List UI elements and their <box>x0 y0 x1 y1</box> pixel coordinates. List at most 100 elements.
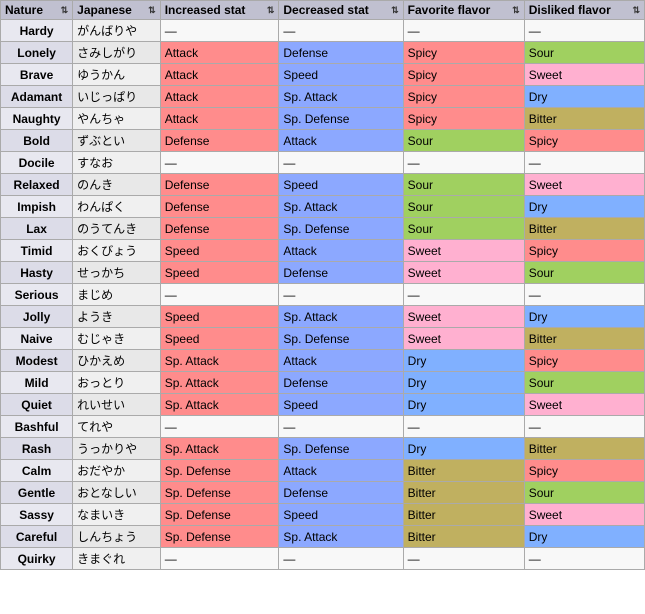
table-row: RelaxedのんきDefenseSpeedSourSweet <box>1 174 645 196</box>
table-row: BoldずぶといDefenseAttackSourSpicy <box>1 130 645 152</box>
favorite-cell: Bitter <box>403 526 524 548</box>
table-row: SassyなまいきSp. DefenseSpeedBitterSweet <box>1 504 645 526</box>
nature-cell: Docile <box>1 152 73 174</box>
nature-cell: Bold <box>1 130 73 152</box>
disliked-cell: Sour <box>524 372 644 394</box>
decreased-cell: Attack <box>279 130 403 152</box>
nature-cell: Careful <box>1 526 73 548</box>
header-japanese[interactable]: Japanese⇅ <box>73 1 161 20</box>
disliked-cell: — <box>524 548 644 570</box>
japanese-cell: おとなしい <box>73 482 161 504</box>
decreased-cell: — <box>279 152 403 174</box>
nature-cell: Mild <box>1 372 73 394</box>
decreased-cell: Speed <box>279 174 403 196</box>
disliked-cell: — <box>524 152 644 174</box>
header-label-increased: Increased stat <box>165 3 246 17</box>
nature-cell: Hardy <box>1 20 73 42</box>
disliked-cell: — <box>524 20 644 42</box>
header-increased[interactable]: Increased stat⇅ <box>160 1 279 20</box>
decreased-cell: Sp. Defense <box>279 328 403 350</box>
japanese-cell: きまぐれ <box>73 548 161 570</box>
nature-cell: Hasty <box>1 262 73 284</box>
increased-cell: Speed <box>160 306 279 328</box>
table-body: Hardyがんばりや————LonelyさみしがりAttackDefenseSp… <box>1 20 645 570</box>
favorite-cell: — <box>403 152 524 174</box>
increased-cell: Sp. Attack <box>160 350 279 372</box>
table-row: JollyようきSpeedSp. AttackSweetDry <box>1 306 645 328</box>
header-favorite[interactable]: Favorite flavor⇅ <box>403 1 524 20</box>
favorite-cell: Sweet <box>403 240 524 262</box>
disliked-cell: — <box>524 416 644 438</box>
favorite-cell: Sour <box>403 174 524 196</box>
decreased-cell: Speed <box>279 394 403 416</box>
disliked-cell: Sweet <box>524 394 644 416</box>
disliked-cell: Spicy <box>524 460 644 482</box>
header-row: Nature⇅Japanese⇅Increased stat⇅Decreased… <box>1 1 645 20</box>
header-decreased[interactable]: Decreased stat⇅ <box>279 1 403 20</box>
table-row: TimidおくびょうSpeedAttackSweetSpicy <box>1 240 645 262</box>
japanese-cell: のんき <box>73 174 161 196</box>
favorite-cell: Dry <box>403 350 524 372</box>
disliked-cell: Dry <box>524 526 644 548</box>
header-disliked[interactable]: Disliked flavor⇅ <box>524 1 644 20</box>
nature-cell: Gentle <box>1 482 73 504</box>
nature-cell: Quirky <box>1 548 73 570</box>
increased-cell: Sp. Defense <box>160 460 279 482</box>
table-row: LonelyさみしがりAttackDefenseSpicySour <box>1 42 645 64</box>
nature-cell: Relaxed <box>1 174 73 196</box>
header-nature[interactable]: Nature⇅ <box>1 1 73 20</box>
favorite-cell: Sweet <box>403 262 524 284</box>
decreased-cell: — <box>279 416 403 438</box>
favorite-cell: Spicy <box>403 108 524 130</box>
nature-cell: Lonely <box>1 42 73 64</box>
sort-icon-japanese: ⇅ <box>148 5 156 16</box>
increased-cell: — <box>160 20 279 42</box>
favorite-cell: Sweet <box>403 328 524 350</box>
disliked-cell: Dry <box>524 306 644 328</box>
decreased-cell: Defense <box>279 262 403 284</box>
header-label-favorite: Favorite flavor <box>408 3 491 17</box>
table-row: NaughtyやんちゃAttackSp. DefenseSpicyBitter <box>1 108 645 130</box>
natures-table: Nature⇅Japanese⇅Increased stat⇅Decreased… <box>0 0 645 570</box>
increased-cell: Defense <box>160 218 279 240</box>
increased-cell: Sp. Defense <box>160 482 279 504</box>
disliked-cell: Spicy <box>524 240 644 262</box>
table-row: RashうっかりやSp. AttackSp. DefenseDryBitter <box>1 438 645 460</box>
sort-icon-disliked: ⇅ <box>632 5 640 16</box>
disliked-cell: — <box>524 284 644 306</box>
increased-cell: Sp. Attack <box>160 372 279 394</box>
decreased-cell: Attack <box>279 460 403 482</box>
disliked-cell: Bitter <box>524 218 644 240</box>
favorite-cell: Sour <box>403 196 524 218</box>
table-row: Quirkyきまぐれ———— <box>1 548 645 570</box>
increased-cell: — <box>160 284 279 306</box>
table-row: GentleおとなしいSp. DefenseDefenseBitterSour <box>1 482 645 504</box>
disliked-cell: Spicy <box>524 130 644 152</box>
table-row: NaiveむじゃきSpeedSp. DefenseSweetBitter <box>1 328 645 350</box>
japanese-cell: おっとり <box>73 372 161 394</box>
japanese-cell: ずぶとい <box>73 130 161 152</box>
nature-cell: Calm <box>1 460 73 482</box>
table-row: LaxのうてんきDefenseSp. DefenseSourBitter <box>1 218 645 240</box>
sort-icon-nature: ⇅ <box>61 5 69 16</box>
japanese-cell: ゆうかん <box>73 64 161 86</box>
nature-cell: Naughty <box>1 108 73 130</box>
decreased-cell: Sp. Attack <box>279 86 403 108</box>
increased-cell: Attack <box>160 86 279 108</box>
table-row: AdamantいじっぱりAttackSp. AttackSpicyDry <box>1 86 645 108</box>
increased-cell: — <box>160 152 279 174</box>
increased-cell: Attack <box>160 108 279 130</box>
table-row: Docileすなお———— <box>1 152 645 174</box>
increased-cell: Speed <box>160 328 279 350</box>
increased-cell: Defense <box>160 174 279 196</box>
japanese-cell: がんばりや <box>73 20 161 42</box>
nature-cell: Brave <box>1 64 73 86</box>
table-row: QuietれいせいSp. AttackSpeedDrySweet <box>1 394 645 416</box>
disliked-cell: Sweet <box>524 174 644 196</box>
disliked-cell: Bitter <box>524 108 644 130</box>
decreased-cell: — <box>279 548 403 570</box>
disliked-cell: Sweet <box>524 64 644 86</box>
favorite-cell: Spicy <box>403 64 524 86</box>
table-row: HastyせっかちSpeedDefenseSweetSour <box>1 262 645 284</box>
favorite-cell: Dry <box>403 394 524 416</box>
